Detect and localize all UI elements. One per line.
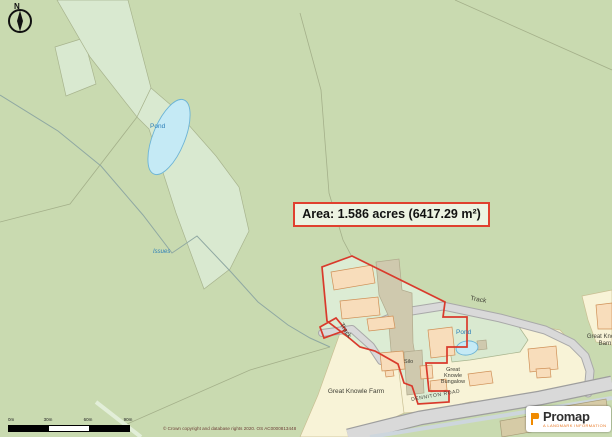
great-knowle-bungalow-label: Great Knowle Bungalow [436, 367, 470, 385]
building [428, 327, 455, 358]
area-annotation[interactable]: Area: 1.586 acres (6417.29 m²) [293, 202, 490, 227]
farmhouse-porch [385, 370, 394, 377]
barn-building [340, 297, 380, 319]
scale-bar-graphic [8, 425, 130, 432]
issues-label: Issues [153, 249, 170, 256]
promap-logo-icon [530, 412, 540, 426]
promap-wordmark: Promap [543, 410, 606, 423]
north-compass: N [4, 0, 38, 36]
pond-label: Pond [456, 329, 471, 336]
great-knowle-farm-label: Great Knowle Farm [320, 388, 392, 395]
scale-tick: 60m [84, 417, 93, 422]
compass-needle-icon [17, 11, 23, 32]
copyright-text: © Crown copyright and database rights 20… [163, 426, 296, 431]
scale-tick: 90m [124, 417, 133, 422]
promap-tagline: A LANDMARK INFORMATION [543, 424, 606, 428]
building [468, 371, 493, 386]
field-with-pond [137, 88, 249, 289]
scale-tick: 0m [8, 417, 14, 422]
silo-label: Silo [404, 359, 413, 365]
scale-bar: 0m 30m 60m 90m [8, 417, 134, 433]
barn-building [596, 303, 612, 329]
great-knowle-barn-label: Great Knowle Barn [577, 334, 612, 347]
map-canvas: N Pond Issues Track Track Pond Silo Grea… [0, 0, 612, 437]
promap-logo: Promap A LANDMARK INFORMATION [526, 406, 611, 432]
bungalow-wing [536, 368, 551, 378]
pond-label: Pond [150, 123, 165, 130]
bungalow-building [528, 346, 558, 372]
scale-tick: 30m [44, 417, 53, 422]
building [367, 316, 395, 331]
